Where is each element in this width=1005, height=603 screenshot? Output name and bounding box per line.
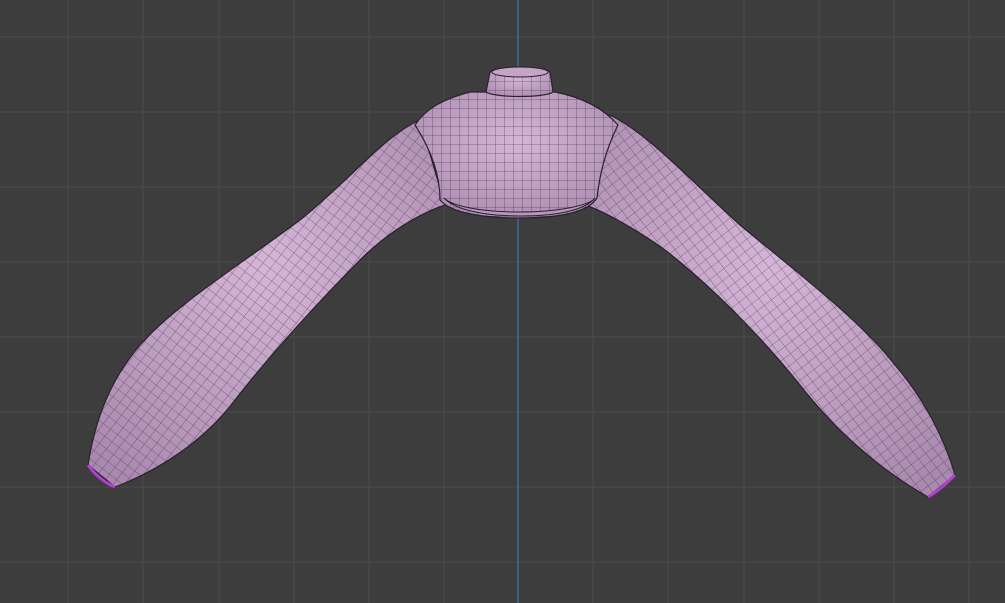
- collar-opening: [491, 66, 549, 78]
- viewport-canvas[interactable]: [0, 0, 1005, 603]
- 3d-viewport[interactable]: [0, 0, 1005, 603]
- sweater-mesh[interactable]: [86, 66, 957, 499]
